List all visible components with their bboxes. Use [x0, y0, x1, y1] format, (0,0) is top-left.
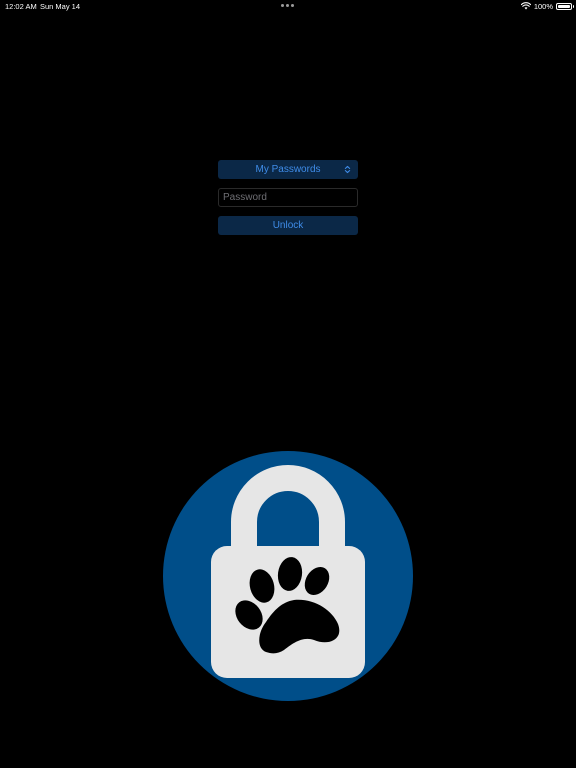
padlock-paw-icon: [163, 451, 413, 701]
password-field[interactable]: [218, 188, 358, 207]
multitasking-dots-icon[interactable]: [281, 4, 295, 8]
status-bar: 12:02 AM Sun May 14 100%: [0, 0, 576, 12]
battery-fill: [558, 4, 570, 8]
battery-icon: [556, 2, 574, 10]
vault-selector[interactable]: My Passwords: [218, 160, 358, 179]
unlock-button[interactable]: Unlock: [218, 216, 358, 235]
vault-selector-label: My Passwords: [255, 164, 321, 175]
status-time: 12:02 AM: [5, 2, 37, 11]
chevron-updown-icon: [344, 165, 351, 174]
status-right: 100%: [520, 1, 574, 11]
status-date: Sun May 14: [40, 2, 81, 11]
wifi-icon: [520, 2, 531, 10]
battery-percent: 100%: [533, 1, 553, 11]
